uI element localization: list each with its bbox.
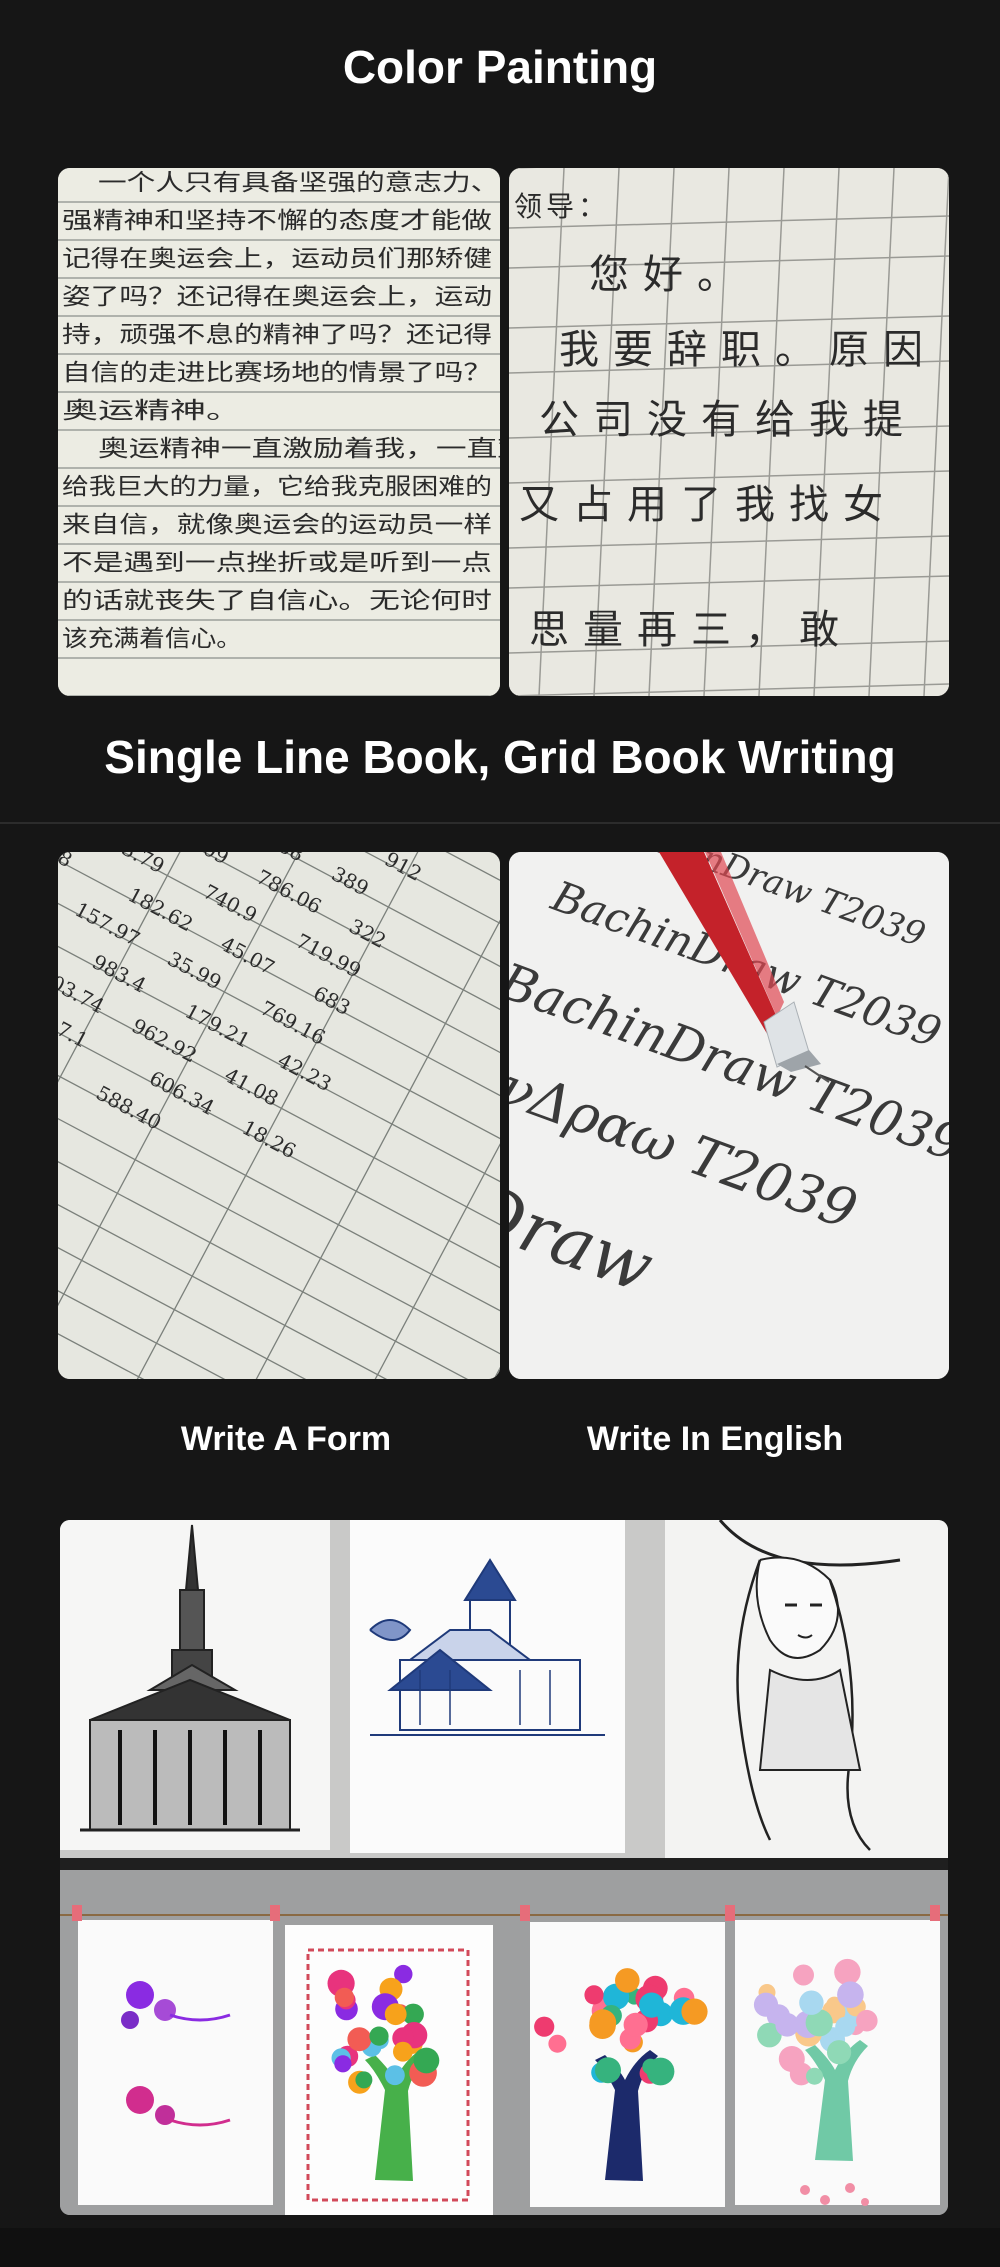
photo-chinese-single-line: 一个人只有具备坚强的意志力、勇强精神和坚持不懈的态度才能做 记得在奥运会上，运动员…: [58, 168, 500, 696]
caption-write-english: Write In English: [586, 1420, 844, 1458]
footer-strip: [0, 2228, 1000, 2267]
gallery-image: [60, 1520, 948, 2215]
bloom-mark: [355, 2071, 373, 2089]
bloom-mark: [856, 2009, 878, 2032]
bloom-mark: [384, 2003, 407, 2026]
handwritten-line: 强精神和坚持不懈的态度才能做: [62, 208, 492, 234]
handwritten-grid-line: 领导：: [514, 190, 610, 223]
handwritten-grid-line: 您好。: [589, 252, 751, 298]
handwritten-line: 持，顽强不息的精神了吗？还记得: [62, 322, 492, 348]
handwritten-line: 记得在奥运会上，运动员们那矫健: [62, 246, 492, 272]
caption-write-form: Write A Form: [180, 1420, 392, 1458]
section-divider: [0, 822, 1000, 824]
handwritten-line: 给我巨大的力量，它给我克服困难的: [62, 474, 492, 500]
bloom-mark: [778, 2046, 805, 2072]
drawing-gallery: [60, 1520, 948, 2215]
bloom-mark: [837, 1981, 864, 2008]
section-title-color-painting: Color Painting: [342, 41, 658, 93]
single-line-book-image: 一个人只有具备坚强的意志力、勇强精神和坚持不懈的态度才能做记得在奥运会上，运动员…: [58, 168, 500, 696]
photo-write-english: BachinDraw T2039BachinDraw T2039ΒachinDr…: [509, 852, 949, 1379]
bloom-mark: [595, 2057, 621, 2084]
bloom-mark: [413, 2047, 440, 2074]
handwritten-line: 不是遇到一点挫折或是听到一点: [62, 550, 492, 576]
handwritten-grid-line: 我要辞职。原因: [559, 327, 937, 373]
grid-book-image: 领导： 您好。我要辞职。原因公司没有给我提又占用了我找女思量再三，敢: [509, 168, 949, 696]
bloom-mark: [753, 1992, 779, 2017]
handwritten-grid-line: 思量再三，敢: [529, 607, 853, 653]
bloom-mark: [393, 2041, 413, 2062]
handwritten-line: 该充满着信心。: [62, 626, 242, 652]
handwritten-line: 的话就丧失了自信心。无论何时: [62, 588, 492, 614]
handwritten-line: 自信的走进比赛场地的情景了吗？: [62, 360, 492, 386]
bloom-mark: [793, 1964, 814, 1986]
handwritten-line: 奥运精神。: [62, 398, 242, 424]
handwritten-line: 姿了吗？还记得在奥运会上，运动: [62, 284, 492, 310]
bloom-mark: [534, 2016, 555, 2037]
bloom-mark: [639, 1992, 665, 2018]
bloom-mark: [334, 2055, 352, 2073]
bloom-mark: [369, 2026, 389, 2046]
bloom-mark: [799, 1990, 824, 2015]
bloom-mark: [584, 1985, 604, 2005]
handwritten-grid-line: 又占用了我找女: [519, 482, 897, 528]
section-title-single-line-grid: Single Line Book, Grid Book Writing: [104, 731, 896, 783]
handwritten-line: 一个人只有具备坚强的意志力、勇: [98, 170, 500, 196]
bloom-mark: [681, 1998, 708, 2025]
form-table-image: 58663508800092929062791357523540243472.0…: [58, 852, 500, 1379]
bloom-mark: [835, 2016, 856, 2037]
bloom-mark: [834, 1958, 861, 1986]
bloom-mark: [385, 2065, 405, 2086]
photo-write-form: 58663508800092929062791357523540243472.0…: [58, 852, 500, 1379]
bloom-mark: [827, 2040, 852, 2065]
bloom-mark: [548, 2034, 567, 2053]
bloom-mark: [642, 2058, 659, 2075]
bloom-mark: [589, 2009, 617, 2037]
bloom-mark: [347, 2027, 372, 2052]
bloom-mark: [623, 2012, 648, 2037]
handwritten-line: 奥运精神一直激励着我，一直鼓: [98, 436, 500, 462]
photo-grid-book: 领导： 您好。我要辞职。原因公司没有给我提又占用了我找女思量再三，敢: [509, 168, 949, 696]
handwritten-line: 来自信，就像奥运会的运动员一样: [62, 512, 492, 538]
english-cursive-image: BachinDraw T2039BachinDraw T2039ΒachinDr…: [509, 852, 949, 1379]
bloom-mark: [806, 2067, 823, 2085]
bloom-mark: [334, 1987, 355, 2008]
handwritten-grid-line: 公司没有给我提: [539, 397, 917, 443]
bloom-mark: [615, 1968, 640, 1993]
